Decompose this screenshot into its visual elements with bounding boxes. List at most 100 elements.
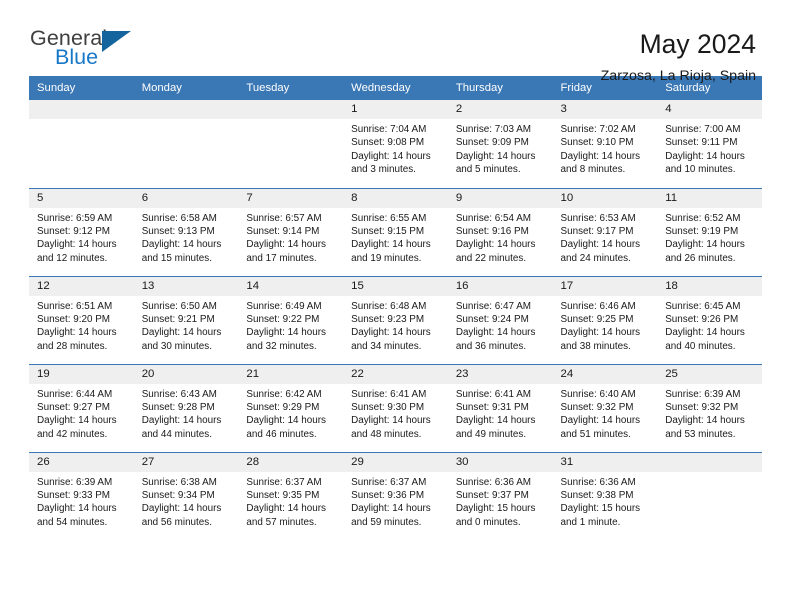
sunset-text: Sunset: 9:20 PM xyxy=(37,313,111,325)
calendar-day-cell[interactable]: 15 Sunrise: 6:48 AM Sunset: 9:23 PM Dayligh… xyxy=(343,275,448,364)
sunset-text: Sunset: 9:09 PM xyxy=(455,137,529,149)
sun-info: Sunrise: 6:43 AM Sunset: 9:28 PM Daylight:… xyxy=(134,384,239,442)
sun-info: Sunrise: 6:46 AM Sunset: 9:25 PM Daylight:… xyxy=(553,296,658,354)
calendar-day-cell[interactable]: 11 Sunrise: 6:52 AM Sunset: 9:19 PM Dayligh… xyxy=(657,187,762,276)
day-number: 22 xyxy=(343,364,448,384)
calendar-day-cell[interactable]: 6 Sunrise: 6:58 AM Sunset: 9:13 PM Daylight… xyxy=(133,187,239,276)
calendar-day-cell[interactable]: 24 Sunrise: 6:40 AM Sunset: 9:32 PM Dayligh… xyxy=(552,363,658,452)
day-number: 16 xyxy=(447,276,553,296)
calendar-day-cell[interactable]: 22 Sunrise: 6:41 AM Sunset: 9:30 PM Dayligh… xyxy=(343,363,448,452)
calendar-day-cell[interactable]: 18 Sunrise: 6:45 AM Sunset: 9:26 PM Dayligh… xyxy=(657,275,762,364)
sunrise-text: Sunrise: 6:41 AM xyxy=(455,388,532,400)
sunset-text: Sunset: 9:12 PM xyxy=(37,225,111,237)
daylight-text: Daylight: 14 hours and 51 minutes. xyxy=(560,415,641,440)
calendar-day-cell[interactable]: 5 Sunrise: 6:59 AM Sunset: 9:12 PM Daylight… xyxy=(29,187,134,276)
sunset-text: Sunset: 9:26 PM xyxy=(665,313,739,325)
sunset-text: Sunset: 9:25 PM xyxy=(560,313,634,325)
sun-info: Sunrise: 6:37 AM Sunset: 9:36 PM Daylight:… xyxy=(343,472,448,530)
calendar-day-cell[interactable]: 31 Sunrise: 6:36 AM Sunset: 9:38 PM Dayligh… xyxy=(552,451,658,540)
sunset-text: Sunset: 9:08 PM xyxy=(351,137,425,149)
day-number: 31 xyxy=(552,452,658,472)
sun-info: Sunrise: 6:42 AM Sunset: 9:29 PM Daylight:… xyxy=(238,384,343,442)
calendar-day-cell[interactable]: 30 Sunrise: 6:36 AM Sunset: 9:37 PM Dayligh… xyxy=(447,451,553,540)
sun-info: Sunrise: 6:40 AM Sunset: 9:32 PM Daylight:… xyxy=(553,384,658,442)
day-number: 10 xyxy=(552,188,658,208)
calendar-day-cell[interactable]: 13 Sunrise: 6:50 AM Sunset: 9:21 PM Dayligh… xyxy=(133,275,239,364)
calendar-day-cell[interactable]: 27 Sunrise: 6:38 AM Sunset: 9:34 PM Dayligh… xyxy=(133,451,239,540)
calendar-day-cell[interactable]: 29 Sunrise: 6:37 AM Sunset: 9:36 PM Dayligh… xyxy=(343,451,448,540)
sunset-text: Sunset: 9:13 PM xyxy=(141,225,215,237)
sunrise-text: Sunrise: 6:37 AM xyxy=(246,476,322,488)
daylight-text: Daylight: 14 hours and 15 minutes. xyxy=(141,239,222,264)
day-number: 4 xyxy=(657,100,762,119)
daylight-text: Daylight: 14 hours and 53 minutes. xyxy=(665,415,745,440)
calendar-day-cell[interactable]: 8 Sunrise: 6:55 AM Sunset: 9:15 PM Daylight… xyxy=(343,187,448,276)
calendar-day-cell[interactable]: 28 Sunrise: 6:37 AM Sunset: 9:35 PM Dayligh… xyxy=(238,451,344,540)
sunset-text: Sunset: 9:35 PM xyxy=(246,489,320,501)
calendar-day-cell[interactable]: 12 Sunrise: 6:51 AM Sunset: 9:20 PM Dayligh… xyxy=(29,275,134,364)
day-number: 19 xyxy=(29,364,134,384)
daylight-text: Daylight: 14 hours and 34 minutes. xyxy=(351,327,431,352)
calendar-day-cell[interactable]: 16 Sunrise: 6:47 AM Sunset: 9:24 PM Dayligh… xyxy=(447,275,553,364)
day-number: 2 xyxy=(447,100,553,119)
daylight-text: Daylight: 14 hours and 3 minutes. xyxy=(351,150,431,176)
calendar-day-cell[interactable]: 9 Sunrise: 6:54 AM Sunset: 9:16 PM Daylight… xyxy=(447,187,553,276)
calendar-day-cell[interactable]: 17 Sunrise: 6:46 AM Sunset: 9:25 PM Dayligh… xyxy=(552,275,658,364)
day-number: 27 xyxy=(133,452,239,472)
calendar-day-cell[interactable]: 25 Sunrise: 6:39 AM Sunset: 9:32 PM Dayligh… xyxy=(657,363,762,452)
calendar-day-cell[interactable]: 2 Sunrise: 7:03 AM Sunset: 9:09 PM Daylight… xyxy=(447,100,553,188)
day-number: 21 xyxy=(238,364,344,384)
sunrise-text: Sunrise: 6:48 AM xyxy=(351,300,427,312)
calendar-day-cell[interactable]: 4 Sunrise: 7:00 AM Sunset: 9:11 PM Daylight… xyxy=(657,100,762,188)
day-number: 7 xyxy=(238,188,344,208)
general-blue-logo[interactable]: General Blue xyxy=(30,27,150,68)
daylight-text: Daylight: 14 hours and 38 minutes. xyxy=(560,327,641,352)
day-number: 17 xyxy=(552,276,658,296)
sun-info: Sunrise: 6:48 AM Sunset: 9:23 PM Daylight:… xyxy=(343,296,448,354)
calendar-day-cell[interactable]: 14 Sunrise: 6:49 AM Sunset: 9:22 PM Dayligh… xyxy=(238,275,344,364)
triangle-icon xyxy=(102,31,131,52)
sunrise-text: Sunrise: 6:46 AM xyxy=(560,300,636,312)
calendar-week-row: 12 Sunrise: 6:51 AM Sunset: 9:20 PM Dayligh… xyxy=(29,275,762,364)
sunset-text: Sunset: 9:37 PM xyxy=(455,489,529,501)
sun-info: Sunrise: 7:04 AM Sunset: 9:08 PM Daylight:… xyxy=(343,119,448,177)
sunrise-text: Sunrise: 6:51 AM xyxy=(37,300,113,312)
calendar-day-cell[interactable]: 26 Sunrise: 6:39 AM Sunset: 9:33 PM Dayligh… xyxy=(29,451,134,540)
day-number: 30 xyxy=(447,452,553,472)
day-number xyxy=(29,100,134,119)
sunrise-text: Sunrise: 6:39 AM xyxy=(665,388,741,400)
calendar-page: General Blue May 2024 Zarzosa, La Rioja,… xyxy=(0,0,792,612)
calendar-day-cell[interactable]: 10 Sunrise: 6:53 AM Sunset: 9:17 PM Dayligh… xyxy=(552,187,658,276)
sun-info: Sunrise: 6:39 AM Sunset: 9:32 PM Daylight:… xyxy=(657,384,762,442)
sun-info: Sunrise: 6:39 AM Sunset: 9:33 PM Daylight:… xyxy=(29,472,134,530)
day-number: 14 xyxy=(238,276,344,296)
calendar-day-cell[interactable]: 21 Sunrise: 6:42 AM Sunset: 9:29 PM Dayligh… xyxy=(238,363,344,452)
calendar-day-cell[interactable]: 7 Sunrise: 6:57 AM Sunset: 9:14 PM Daylight… xyxy=(238,187,344,276)
daylight-text: Daylight: 14 hours and 19 minutes. xyxy=(351,239,431,264)
sunrise-text: Sunrise: 6:58 AM xyxy=(141,212,217,224)
day-number: 15 xyxy=(343,276,448,296)
sun-info: Sunrise: 6:41 AM Sunset: 9:31 PM Daylight:… xyxy=(448,384,553,442)
sunrise-text: Sunrise: 6:59 AM xyxy=(37,212,113,224)
sun-info: Sunrise: 6:45 AM Sunset: 9:26 PM Daylight:… xyxy=(657,296,762,354)
daylight-text: Daylight: 14 hours and 5 minutes. xyxy=(455,150,536,176)
sun-info: Sunrise: 6:50 AM Sunset: 9:21 PM Daylight:… xyxy=(134,296,239,354)
calendar-day-cell[interactable]: 23 Sunrise: 6:41 AM Sunset: 9:31 PM Dayligh… xyxy=(447,363,553,452)
sunrise-text: Sunrise: 6:36 AM xyxy=(560,476,636,488)
calendar-day-cell[interactable]: 3 Sunrise: 7:02 AM Sunset: 9:10 PM Daylight… xyxy=(552,100,658,188)
calendar-week-row: 19 Sunrise: 6:44 AM Sunset: 9:27 PM Dayligh… xyxy=(29,363,762,452)
calendar-day-cell[interactable]: 20 Sunrise: 6:43 AM Sunset: 9:28 PM Dayligh… xyxy=(133,363,239,452)
daylight-text: Daylight: 15 hours and 1 minute. xyxy=(560,503,641,528)
sunset-text: Sunset: 9:33 PM xyxy=(37,489,111,501)
sunrise-text: Sunrise: 6:43 AM xyxy=(141,388,217,400)
day-number: 29 xyxy=(343,452,448,472)
calendar-day-cell[interactable]: 19 Sunrise: 6:44 AM Sunset: 9:27 PM Dayligh… xyxy=(29,363,134,452)
daylight-text: Daylight: 14 hours and 10 minutes. xyxy=(665,150,745,176)
calendar-day-cell[interactable]: 1 Sunrise: 7:04 AM Sunset: 9:08 PM Daylight… xyxy=(343,100,448,188)
daylight-text: Daylight: 14 hours and 54 minutes. xyxy=(37,503,117,528)
sun-info: Sunrise: 6:44 AM Sunset: 9:27 PM Daylight:… xyxy=(29,384,134,442)
daylight-text: Daylight: 14 hours and 48 minutes. xyxy=(351,415,431,440)
calendar-day-cell-empty xyxy=(133,100,239,188)
sunrise-text: Sunrise: 6:38 AM xyxy=(141,476,217,488)
day-number: 25 xyxy=(657,364,762,384)
